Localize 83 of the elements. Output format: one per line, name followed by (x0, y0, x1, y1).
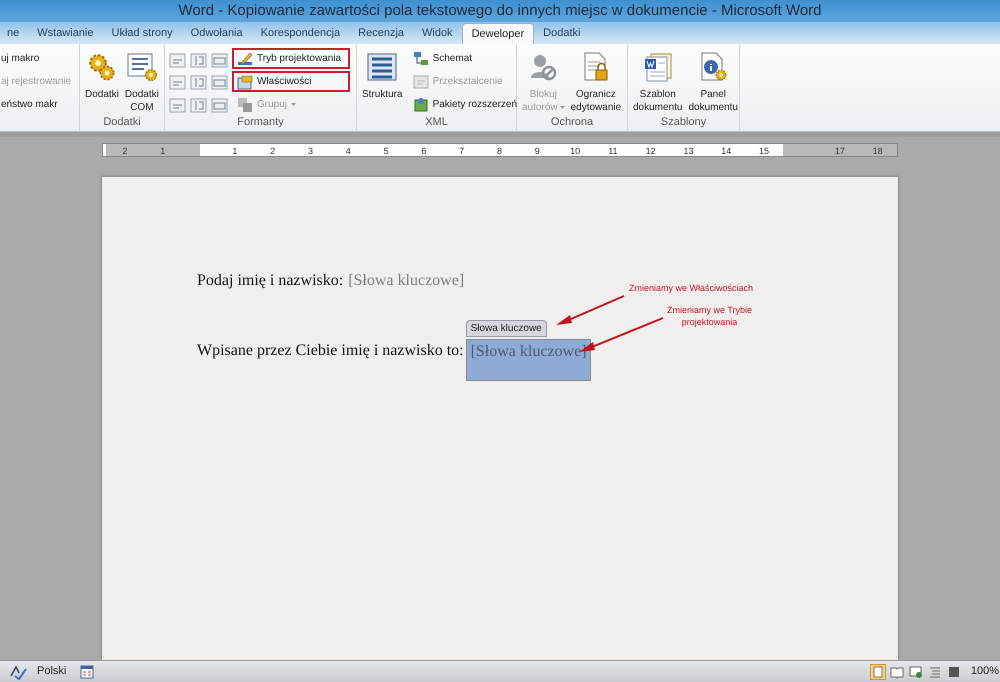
control-icon[interactable] (169, 52, 186, 69)
ribbon-tab[interactable]: Korespondencja (252, 23, 350, 44)
ruler-number: 14 (720, 145, 732, 156)
ruler-number: 18 (872, 145, 884, 156)
control-icon[interactable] (190, 74, 207, 92)
ruler-number: 6 (420, 145, 428, 156)
ruler-number: 3 (306, 145, 314, 156)
package-icon (412, 96, 429, 112)
ribbon-item[interactable]: Pakiety rozszerzeń (408, 94, 522, 115)
ribbon-tab[interactable]: Wstawianie (28, 23, 102, 44)
ribbon-item[interactable]: Schemat (408, 48, 522, 69)
ruler-number: 5 (382, 145, 390, 156)
ribbon-tab[interactable]: ne (0, 23, 28, 44)
annotation-text: Zmieniamy we Właściwościach (629, 282, 754, 295)
ribbon-tab[interactable]: Recenzja (349, 23, 413, 44)
ruler-number: 4 (344, 145, 352, 156)
ruler-number: 17 (834, 145, 846, 156)
spellcheck-icon[interactable] (9, 664, 27, 680)
reading-view-icon[interactable] (890, 664, 904, 678)
group-label: Formanty (236, 115, 285, 130)
group-label: Ochrona (550, 115, 594, 130)
control-icon[interactable] (211, 74, 228, 92)
schema-icon (412, 50, 429, 66)
annotation-text: Zmieniamy we Trybie projektowania (666, 304, 754, 328)
ribbon-button[interactable]: Panel dokumentu (687, 48, 739, 115)
macro-record-icon[interactable] (80, 664, 94, 678)
ribbon-item[interactable]: eństwo makr (0, 94, 76, 115)
ribbon-item[interactable]: uj makro (0, 48, 76, 69)
zoom-level[interactable]: 100% (970, 663, 999, 680)
ruler-number: 2 (121, 145, 128, 156)
group-label: Szablony (660, 115, 708, 130)
document-text: Wpisane przez Ciebie imię i nazwisko to: (197, 341, 464, 361)
ruler-number: 13 (682, 145, 694, 156)
ribbon-button[interactable]: Dodatki COM (124, 48, 160, 115)
ruler-number: 8 (496, 145, 503, 156)
properties-icon (237, 74, 253, 90)
group-label: XML (424, 115, 449, 130)
draft-icon[interactable] (946, 664, 961, 678)
structure-icon (366, 52, 398, 82)
language-label[interactable]: Polski (37, 663, 66, 680)
ribbon-tab[interactable]: Dodatki (534, 23, 590, 44)
ruler-number: 10 (569, 145, 582, 156)
control-icon[interactable] (169, 96, 186, 114)
control-icon[interactable] (211, 52, 228, 69)
ribbon-tab[interactable]: Układ strony (102, 23, 182, 44)
person-blocked-icon (528, 52, 558, 82)
ruler-number: 9 (534, 145, 541, 156)
list-gear-icon (126, 52, 158, 82)
ruler-number: 12 (644, 145, 657, 156)
ruler-number: 2 (269, 145, 276, 156)
outline-icon[interactable] (928, 664, 942, 678)
ruler-number: 7 (458, 145, 466, 156)
content-control-tag[interactable]: Słowa kluczowe (466, 320, 547, 337)
ribbon-button[interactable]: Ogranicz edytowanie (570, 48, 622, 115)
control-icon[interactable] (211, 96, 228, 114)
ribbon-button[interactable]: Struktura (361, 48, 404, 115)
word-template-icon (642, 52, 673, 82)
ruler-number: 15 (758, 145, 770, 156)
content-control[interactable]: [Słowa kluczowe] (348, 269, 464, 293)
document-lock-icon (582, 52, 610, 82)
ribbon-tab[interactable]: Widok (413, 23, 462, 44)
gears-icon (86, 52, 117, 82)
document-text: Podaj imię i nazwisko: (197, 271, 344, 291)
ruler-number: 11 (607, 145, 619, 156)
group-icon (237, 96, 253, 112)
ribbon-button[interactable]: Dodatki (84, 48, 120, 115)
arrow (554, 294, 626, 328)
ribbon-tab[interactable]: Deweloper (462, 23, 534, 44)
ruler-number: 1 (159, 145, 166, 156)
control-icon[interactable] (169, 74, 186, 92)
ribbon-button[interactable]: Szablon dokumentu (632, 48, 684, 115)
ruler-number: 1 (231, 145, 238, 156)
print-layout-icon[interactable] (870, 664, 886, 680)
ribbon-item[interactable]: Tryb projektowania (232, 48, 350, 69)
control-icon[interactable] (190, 52, 207, 69)
ribbon-item[interactable]: Właściwości (232, 71, 350, 92)
group-label: Dodatki (102, 115, 142, 130)
web-layout-icon[interactable] (908, 664, 923, 678)
control-icon[interactable] (190, 96, 207, 114)
window-title: Word - Kopiowanie zawartości pola tekstowego do innych miejsc w dokumencie - Microsoft Word (178, 0, 822, 21)
transform-icon (412, 74, 429, 90)
ruler-pencil-icon (237, 50, 253, 66)
ribbon-tab[interactable]: Odwołania (182, 23, 252, 44)
